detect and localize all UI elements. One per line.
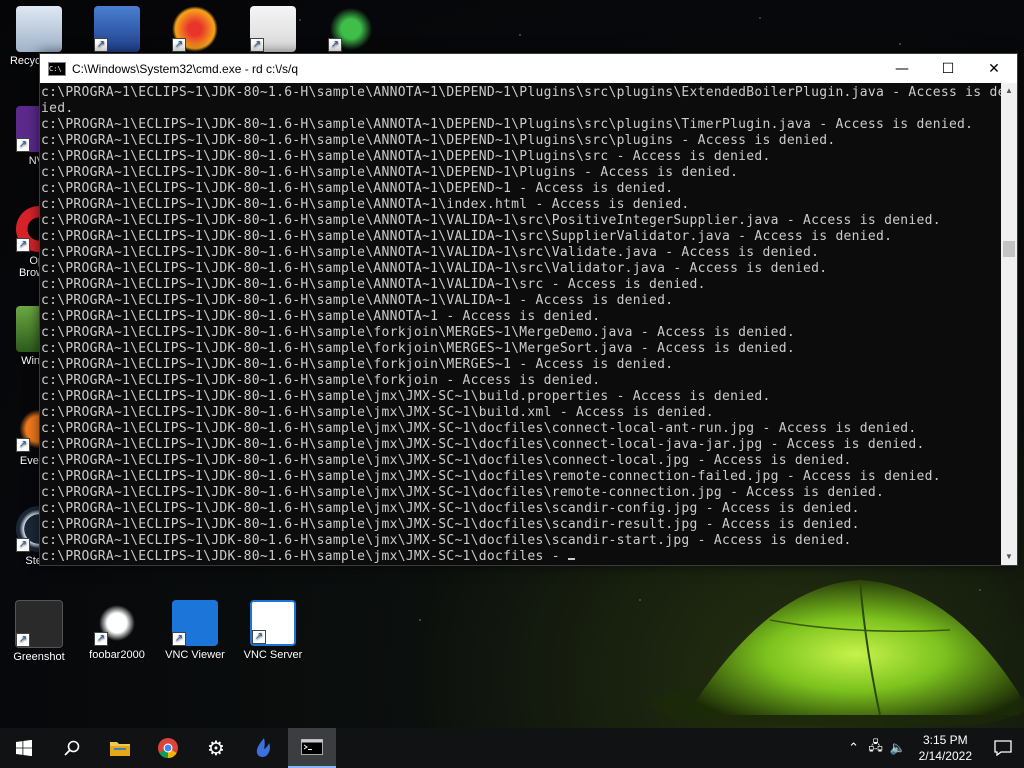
console-line: c:\PROGRA~1\ECLIPS~1\JDK-80~1.6-H\sample… <box>41 373 601 388</box>
console-line: c:\PROGRA~1\ECLIPS~1\JDK-80~1.6-H\sample… <box>41 85 1001 100</box>
hummingbird-icon: ↗ <box>328 6 374 52</box>
console-line: c:\PROGRA~1\ECLIPS~1\JDK-80~1.6-H\sample… <box>41 485 885 500</box>
maximize-button[interactable]: ☐ <box>925 54 971 83</box>
console-line: c:\PROGRA~1\ECLIPS~1\JDK-80~1.6-H\sample… <box>41 133 836 148</box>
vnc-server-icon: ↗ <box>250 600 296 646</box>
console-line: c:\PROGRA~1\ECLIPS~1\JDK-80~1.6-H\sample… <box>41 549 1001 565</box>
console-line: c:\PROGRA~1\ECLIPS~1\JDK-80~1.6-H\sample… <box>41 517 860 532</box>
console-scrollbar[interactable]: ▲ ▼ <box>1001 83 1017 565</box>
clock-date: 2/14/2022 <box>918 749 972 763</box>
start-button[interactable] <box>0 728 48 768</box>
console-line: c:\PROGRA~1\ECLIPS~1\JDK-80~1.6-H\sample… <box>41 469 941 484</box>
console-line: c:\PROGRA~1\ECLIPS~1\JDK-80~1.6-H\sample… <box>41 261 828 276</box>
console-line: c:\PROGRA~1\ECLIPS~1\JDK-80~1.6-H\sample… <box>41 181 674 196</box>
bird-app-icon <box>256 738 270 757</box>
cmd-icon <box>301 739 323 755</box>
console-line: c:\PROGRA~1\ECLIPS~1\JDK-80~1.6-H\sample… <box>41 309 601 324</box>
taskbar-cmd[interactable] <box>288 728 336 768</box>
console-line: c:\PROGRA~1\ECLIPS~1\JDK-80~1.6-H\sample… <box>41 453 852 468</box>
taskbar-bird-app[interactable] <box>240 728 288 768</box>
console-line: c:\PROGRA~1\ECLIPS~1\JDK-80~1.6-H\sample… <box>41 437 925 452</box>
desktop-icon-hummingbird[interactable]: ↗ <box>316 6 386 55</box>
cmd-app-icon: C:\ <box>48 61 66 76</box>
console-line: c:\PROGRA~1\ECLIPS~1\JDK-80~1.6-H\sample… <box>41 149 771 164</box>
console-line: c:\PROGRA~1\ECLIPS~1\JDK-80~1.6-H\sample… <box>41 229 893 244</box>
minimize-button[interactable]: — <box>879 54 925 83</box>
clock[interactable]: 3:15 PM 2/14/2022 <box>909 732 982 764</box>
desktop-icon-vnc-viewer[interactable]: ↗ VNC Viewer <box>160 600 230 661</box>
notification-icon <box>994 740 1012 756</box>
console-line: c:\PROGRA~1\ECLIPS~1\JDK-80~1.6-H\sample… <box>41 357 674 372</box>
file-explorer-icon <box>110 742 130 756</box>
console-line: c:\PROGRA~1\ECLIPS~1\JDK-80~1.6-H\sample… <box>41 293 674 308</box>
network-icon: ↗ <box>94 6 140 52</box>
console-line: c:\PROGRA~1\ECLIPS~1\JDK-80~1.6-H\sample… <box>41 501 860 516</box>
doc-shortcut-icon: ↗ <box>250 6 296 52</box>
scroll-thumb[interactable] <box>1003 241 1015 257</box>
console-output[interactable]: c:\PROGRA~1\ECLIPS~1\JDK-80~1.6-H\sample… <box>40 83 1001 565</box>
console-line: c:\PROGRA~1\ECLIPS~1\JDK-80~1.6-H\sample… <box>41 389 771 404</box>
console-line: c:\PROGRA~1\ECLIPS~1\JDK-80~1.6-H\sample… <box>41 277 706 292</box>
desktop-icon-greenshot[interactable]: ↗ Greenshot <box>4 600 74 663</box>
console-line: c:\PROGRA~1\ECLIPS~1\JDK-80~1.6-H\sample… <box>41 405 714 420</box>
settings-gear-icon: ⚙ <box>207 737 225 760</box>
desktop-icon-network[interactable]: ↗ <box>82 6 152 55</box>
taskbar-chrome[interactable] <box>144 728 192 768</box>
desktop-icon-foobar2000[interactable]: ↗ foobar2000 <box>82 600 152 661</box>
foobar2000-icon: ↗ <box>94 600 140 646</box>
console-line: c:\PROGRA~1\ECLIPS~1\JDK-80~1.6-H\sample… <box>41 533 852 548</box>
chevron-up-icon[interactable]: ⌃ <box>843 740 865 756</box>
console-line: ied. <box>41 101 74 116</box>
greenshot-icon: ↗ <box>15 600 63 648</box>
start-windows-icon <box>16 740 32 756</box>
scroll-down-arrow-icon[interactable]: ▼ <box>1001 549 1017 565</box>
console-line: c:\PROGRA~1\ECLIPS~1\JDK-80~1.6-H\sample… <box>41 421 917 436</box>
console-line: c:\PROGRA~1\ECLIPS~1\JDK-80~1.6-H\sample… <box>41 197 690 212</box>
cmd-window[interactable]: C:\ C:\Windows\System32\cmd.exe - rd c:\… <box>39 53 1018 566</box>
recycle-bin-icon <box>16 6 62 52</box>
system-tray: ⌃ 🖧 🔈 3:15 PM 2/14/2022 <box>843 728 1024 768</box>
notification-center-button[interactable] <box>982 728 1024 768</box>
desktop-icon-doc-shortcut[interactable]: ↗ <box>238 6 308 55</box>
console-line: c:\PROGRA~1\ECLIPS~1\JDK-80~1.6-H\sample… <box>41 341 795 356</box>
console-line: c:\PROGRA~1\ECLIPS~1\JDK-80~1.6-H\sample… <box>41 117 974 132</box>
clock-time: 3:15 PM <box>922 733 968 747</box>
volume-icon[interactable]: 🔈 <box>887 740 909 756</box>
console-line: c:\PROGRA~1\ECLIPS~1\JDK-80~1.6-H\sample… <box>41 213 941 228</box>
cmd-titlebar[interactable]: C:\ C:\Windows\System32\cmd.exe - rd c:\… <box>40 54 1017 83</box>
taskbar-file-explorer[interactable] <box>96 728 144 768</box>
taskbar-search-button[interactable] <box>48 728 96 768</box>
scroll-up-arrow-icon[interactable]: ▲ <box>1001 83 1017 99</box>
desktop-icon-vnc-server[interactable]: ↗ VNC Server <box>238 600 308 661</box>
close-button[interactable]: ✕ <box>971 54 1017 83</box>
cmd-window-title: C:\Windows\System32\cmd.exe - rd c:\/s/q <box>72 61 299 76</box>
search-icon <box>64 740 80 756</box>
console-line: c:\PROGRA~1\ECLIPS~1\JDK-80~1.6-H\sample… <box>41 165 739 180</box>
console-line: c:\PROGRA~1\ECLIPS~1\JDK-80~1.6-H\sample… <box>41 325 795 340</box>
vnc-viewer-icon: ↗ <box>172 600 218 646</box>
wallpaper-tent <box>650 579 1024 725</box>
taskbar: ⚙ ⌃ 🖧 🔈 3:15 PM 2/14/2022 <box>0 728 1024 768</box>
eye-app-icon: ↗ <box>172 6 218 52</box>
taskbar-settings[interactable]: ⚙ <box>192 728 240 768</box>
console-line: c:\PROGRA~1\ECLIPS~1\JDK-80~1.6-H\sample… <box>41 245 820 260</box>
chrome-icon <box>158 738 178 759</box>
desktop-icon-eye-app[interactable]: ↗ <box>160 6 230 55</box>
network-icon[interactable]: 🖧 <box>865 737 887 759</box>
text-cursor <box>567 558 575 560</box>
